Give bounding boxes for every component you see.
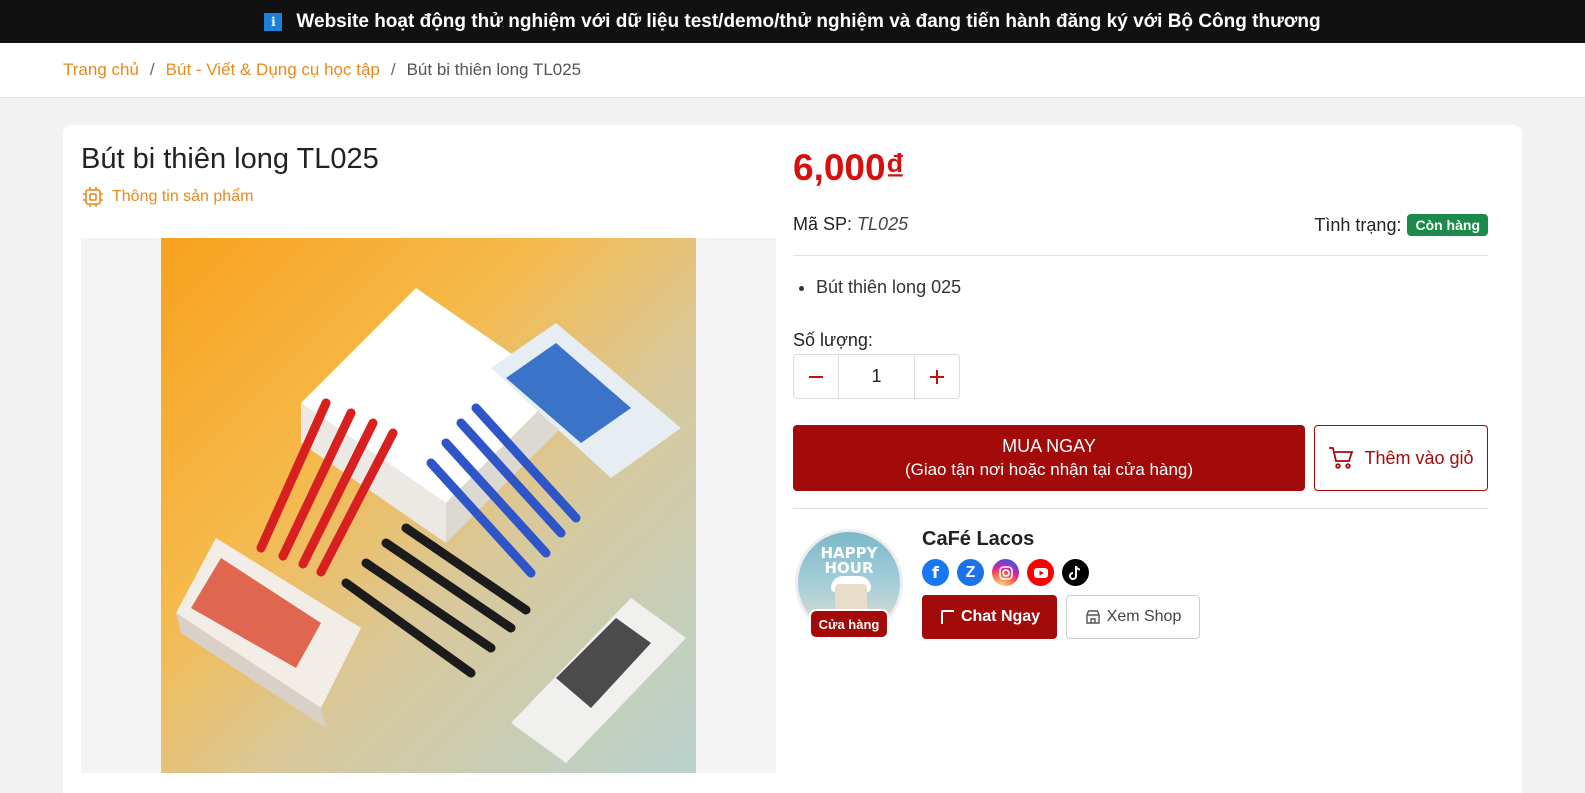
- increase-button[interactable]: [915, 355, 959, 398]
- pens-illustration: [176, 288, 686, 763]
- chat-icon: [940, 610, 954, 624]
- view-shop-button[interactable]: Xem Shop: [1066, 595, 1200, 639]
- product-info-label: Thông tin sản phẩm: [112, 188, 254, 205]
- view-shop-label: Xem Shop: [1106, 608, 1182, 625]
- social-links: f Z: [922, 559, 1089, 586]
- add-to-cart-label: Thêm vào giỏ: [1364, 447, 1474, 468]
- breadcrumb: Trang chủ / Bút - Viết & Dụng cụ học tập…: [0, 43, 1585, 98]
- notice-text: Website hoạt động thử nghiệm với dữ liệu…: [296, 10, 1321, 32]
- tiktok-icon[interactable]: [1062, 559, 1089, 586]
- feature-list: Bút thiên long 025: [816, 277, 961, 298]
- info-icon: i: [264, 12, 283, 31]
- minus-icon: [809, 375, 823, 378]
- shop-name[interactable]: CaFé Lacos: [922, 528, 1034, 551]
- zalo-icon[interactable]: Z: [957, 559, 984, 586]
- chat-now-label: Chat Ngay: [960, 608, 1041, 625]
- sku-label: Mã SP:: [793, 214, 853, 234]
- buy-now-button[interactable]: MUA NGAY (Giao tận nơi hoặc nhận tại cửa…: [793, 425, 1305, 491]
- cart-icon: [1329, 447, 1354, 469]
- chat-now-button[interactable]: Chat Ngay: [922, 595, 1057, 639]
- store-icon: [1085, 610, 1100, 624]
- plus-icon: [930, 369, 944, 384]
- avatar-text: HAPPY HOUR: [798, 546, 900, 576]
- sku: Mã SP: TL025: [793, 214, 908, 235]
- quantity-input[interactable]: 1: [838, 355, 915, 398]
- buy-now-subtitle: (Giao tận nơi hoặc nhận tại cửa hàng): [904, 460, 1194, 479]
- facebook-icon[interactable]: f: [922, 559, 949, 586]
- product-title: Bút bi thiên long TL025: [81, 143, 379, 175]
- chip-icon: [83, 187, 103, 207]
- status-badge: Còn hàng: [1407, 214, 1488, 236]
- quantity-label: Số lượng:: [793, 330, 873, 350]
- add-to-cart-button[interactable]: Thêm vào giỏ: [1314, 425, 1488, 491]
- status-label: Tình trạng:: [1314, 214, 1402, 235]
- divider: [793, 255, 1488, 256]
- instagram-icon[interactable]: [992, 559, 1019, 586]
- product-info-link[interactable]: Thông tin sản phẩm: [81, 185, 253, 209]
- breadcrumb-separator: /: [390, 60, 396, 79]
- notice-bar: i Website hoạt động thử nghiệm với dữ li…: [0, 0, 1585, 43]
- product-photo[interactable]: [161, 238, 696, 773]
- breadcrumb-category[interactable]: Bút - Viết & Dụng cụ học tập: [166, 60, 380, 80]
- breadcrumb-separator: /: [149, 60, 155, 79]
- shop-type-badge: Cửa hàng: [809, 609, 889, 639]
- sku-value: TL025: [857, 214, 909, 234]
- decrease-button[interactable]: [794, 355, 838, 398]
- buy-now-title: MUA NGAY: [1002, 436, 1096, 456]
- feature-item: Bút thiên long 025: [816, 277, 961, 298]
- divider: [793, 508, 1488, 509]
- product-image-frame: [81, 238, 776, 773]
- product-price: 6,000₫: [793, 147, 905, 188]
- stock-status: Tình trạng: Còn hàng: [1314, 214, 1488, 236]
- breadcrumb-current: Bút bi thiên long TL025: [406, 60, 582, 79]
- breadcrumb-home[interactable]: Trang chủ: [63, 60, 139, 80]
- youtube-icon[interactable]: [1027, 559, 1054, 586]
- quantity-stepper: 1: [793, 354, 960, 399]
- avatar-text-2: HOUR: [824, 559, 874, 577]
- product-card: Bút bi thiên long TL025 Thông tin sản ph…: [63, 125, 1522, 793]
